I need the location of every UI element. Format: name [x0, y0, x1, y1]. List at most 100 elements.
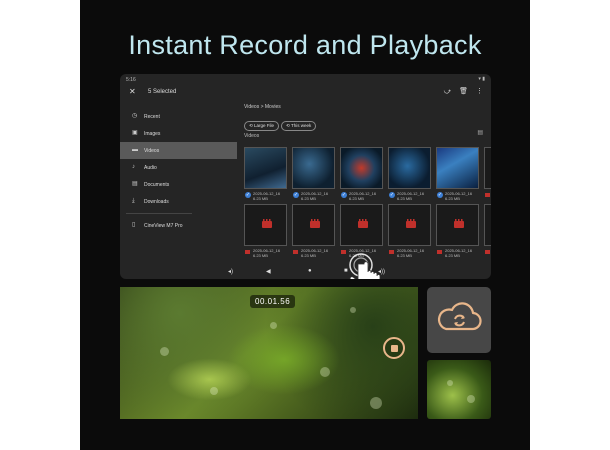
sidebar-item-label: Images	[144, 131, 161, 137]
check-icon[interactable]: ✓	[389, 192, 395, 198]
sidebar-item-label: Recent	[144, 114, 160, 120]
video-file-icon	[454, 219, 464, 228]
view-toggle-icon[interactable]: ▤	[477, 129, 483, 136]
file-caption: 2025-06-12_166.23 MB	[484, 191, 491, 203]
sidebar-item-recent[interactable]: ◷ Recent	[120, 108, 198, 125]
file-size: 6.23 MB	[397, 196, 412, 201]
device-icon: ▯	[132, 222, 136, 228]
file-caption: 2025-06-12_166.23 MB	[244, 248, 290, 260]
headline: Instant Record and Playback	[128, 30, 482, 60]
file-caption: ✓ 2025-06-12_16 6.23 MB	[292, 191, 338, 203]
home-icon[interactable]: ●	[308, 268, 312, 274]
recording-preview: 00.01.56	[120, 287, 418, 419]
stop-record-button[interactable]	[383, 337, 405, 359]
file-size: 6.23 MB	[301, 196, 316, 201]
file-thumbnail	[388, 204, 431, 246]
video-file-icon	[485, 193, 490, 197]
sidebar-item-images[interactable]: ▣ Images	[120, 125, 198, 142]
file-size: 6.23 MB	[301, 253, 316, 258]
preview-thumbnail[interactable]	[427, 360, 491, 419]
video-file-icon	[406, 219, 416, 228]
selection-title: 5 Selected	[148, 89, 177, 95]
file-caption: ✓ 2025-06-12_16 6.23 MB	[436, 191, 482, 203]
sidebar-item-label: CineView M7 Pro	[144, 223, 183, 229]
volume-down-icon[interactable]: ◂)	[228, 268, 233, 275]
status-bar: 5:16 ▾ ▮	[120, 74, 491, 84]
status-time: 5:16	[126, 77, 136, 83]
file-caption: 2025-06-12_166.23 MB	[436, 248, 482, 260]
file-thumbnail	[244, 147, 287, 189]
sidebar-item-documents[interactable]: ▤ Documents	[120, 176, 198, 193]
back-icon[interactable]: ◀	[266, 268, 271, 275]
file-size: 6.23 MB	[349, 196, 364, 201]
file-thumbnail	[484, 147, 491, 189]
sidebar-item-label: Videos	[144, 148, 160, 154]
file-thumbnail	[292, 204, 335, 246]
check-icon[interactable]: ✓	[437, 192, 443, 198]
file-thumbnail	[436, 147, 479, 189]
file-tile[interactable]: 2025-06-12_166.23 MB	[292, 204, 335, 258]
share-icon[interactable]: ⤻	[444, 88, 451, 95]
file-size: 6.23 MB	[445, 253, 460, 258]
video-file-icon	[485, 250, 490, 254]
selection-toolbar: ✕ 5 Selected ⤻ 🗑 ⋮	[120, 84, 491, 102]
sidebar-item-downloads[interactable]: ⤓ Downloads	[120, 193, 198, 210]
image-icon: ▣	[132, 130, 138, 136]
recording-timer: 00.01.56	[250, 295, 296, 308]
video-file-icon	[293, 250, 298, 254]
file-tile[interactable]: 2025-06-12_166.23 MB	[340, 204, 383, 258]
sidebar: ◷ Recent ▣ Images ▬ Videos ♪ Audio ▤ Documents ⤓ Do…	[120, 108, 237, 258]
file-thumbnail	[484, 204, 491, 246]
video-file-icon	[310, 219, 320, 228]
file-tile[interactable]: 2025-06-12_166.23 MB	[484, 204, 491, 254]
video-icon: ▬	[132, 147, 138, 153]
file-tile[interactable]: ✓ 2025-06-12_16 6.23 MB	[436, 147, 479, 201]
more-icon[interactable]: ⋮	[476, 88, 483, 95]
file-tile[interactable]: ✓ 2025-06-12_16 6.23 MB	[340, 147, 383, 201]
file-caption: 2025-06-12_166.23 MB	[484, 248, 491, 260]
file-thumbnail	[292, 147, 335, 189]
filter-chips: ⟲ Large File ⟲ This week	[244, 114, 318, 132]
file-caption: 2025-06-12_166.23 MB	[388, 248, 434, 260]
file-size: 6.23 MB	[253, 253, 268, 258]
file-caption: 2025-06-12_166.23 MB	[292, 248, 338, 260]
video-file-icon	[437, 250, 442, 254]
sidebar-item-label: Downloads	[144, 199, 169, 205]
tablet-screen: 5:16 ▾ ▮ ✕ 5 Selected ⤻ 🗑 ⋮ ◷ Recent ▣ Images…	[120, 74, 491, 279]
close-icon[interactable]: ✕	[129, 87, 136, 96]
file-tile[interactable]: ✓ 2025-06-12_16 6.23 MB	[292, 147, 335, 201]
check-icon[interactable]: ✓	[293, 192, 299, 198]
file-thumbnail	[388, 147, 431, 189]
sidebar-divider	[126, 213, 192, 214]
audio-icon: ♪	[132, 164, 135, 170]
file-tile[interactable]: ✓ 2025-06-12_16 6.23 MB	[244, 147, 287, 201]
filter-chip[interactable]: ⟲ Large File	[244, 121, 280, 131]
video-file-icon	[389, 250, 394, 254]
file-tile[interactable]: 2025-06-12_166.23 MB	[436, 204, 479, 258]
sidebar-item-videos[interactable]: ▬ Videos	[120, 142, 237, 159]
file-caption: ✓ 2025-06-12_16 6.23 MB	[244, 191, 290, 203]
section-label: Videos	[244, 133, 260, 139]
file-tile[interactable]: 2025-06-12_166.23 MB	[388, 204, 431, 258]
video-file-icon	[245, 250, 250, 254]
check-icon[interactable]: ✓	[245, 192, 251, 198]
file-browser: Videos > Movies ⟲ Large File ⟲ This week …	[244, 104, 491, 258]
delete-icon[interactable]: 🗑	[459, 88, 468, 95]
filter-chip[interactable]: ⟲ This week	[281, 121, 317, 131]
video-file-icon	[358, 219, 368, 228]
sidebar-item-audio[interactable]: ♪ Audio	[120, 159, 198, 176]
toolbar-actions: ⤻ 🗑 ⋮	[436, 87, 483, 96]
file-thumbnail	[340, 147, 383, 189]
file-thumbnail	[340, 204, 383, 246]
cloud-sync-icon	[437, 302, 482, 331]
file-tile[interactable]: 2025-06-12_166.23 MB	[244, 204, 287, 258]
breadcrumb[interactable]: Videos > Movies	[244, 104, 281, 110]
file-tile[interactable]: 2025-06-12_166.23 MB	[484, 147, 491, 197]
check-icon[interactable]: ✓	[341, 192, 347, 198]
video-file-icon	[262, 219, 272, 228]
clock-icon: ◷	[132, 113, 138, 119]
file-tile[interactable]: ✓ 2025-06-12_16 6.23 MB	[388, 147, 431, 201]
file-size: 6.23 MB	[253, 196, 268, 201]
sidebar-item-cineview-m7-pro[interactable]: ▯ CineView M7 Pro	[120, 217, 198, 234]
cloud-sync-card[interactable]	[427, 287, 491, 353]
